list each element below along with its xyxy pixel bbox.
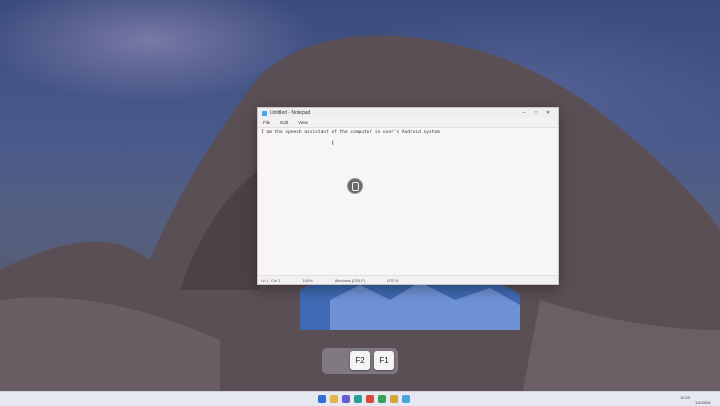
taskbar: 10:23 1/1/2024 <box>0 391 720 406</box>
tray-date[interactable]: 1/1/2024 <box>695 400 711 405</box>
status-bar: Ln 1, Col 1 100% Windows (CRLF) UTF-8 <box>258 275 558 284</box>
chrome-icon[interactable] <box>390 395 398 403</box>
folder-icon[interactable] <box>3 4 19 20</box>
file-explorer-icon[interactable] <box>330 395 338 403</box>
editor-content: I am the speech assistant of the compute… <box>261 130 440 135</box>
minimize-icon[interactable]: – <box>518 110 530 116</box>
status-encoding: UTF-8 <box>387 277 399 283</box>
notepad-icon <box>262 110 267 116</box>
mouse-cursor-icon <box>347 178 363 194</box>
text-editor[interactable]: I am the speech assistant of the compute… <box>261 130 555 274</box>
notepad-window[interactable]: Untitled - Notepad – □ ✕ File Edit View … <box>257 107 559 285</box>
edge-icon[interactable] <box>354 395 362 403</box>
tray-time[interactable]: 10:23 <box>680 395 690 400</box>
window-title: Untitled - Notepad <box>270 110 311 116</box>
key-press-overlay: F2 F1 <box>322 348 398 374</box>
menu-view[interactable]: View <box>296 120 310 125</box>
menubar: File Edit View <box>258 118 558 128</box>
store-icon[interactable] <box>342 395 350 403</box>
key-f2: F2 <box>350 351 370 370</box>
maximize-icon[interactable]: □ <box>530 110 542 116</box>
key-f1: F1 <box>374 351 394 370</box>
notepad-titlebar[interactable]: Untitled - Notepad – □ ✕ <box>258 108 558 118</box>
status-zoom: 100% <box>302 277 313 283</box>
edge-icon[interactable] <box>3 30 19 46</box>
red-app-icon[interactable] <box>366 395 374 403</box>
notepad-icon[interactable] <box>402 395 410 403</box>
menu-edit[interactable]: Edit <box>278 120 290 125</box>
green-app-icon[interactable] <box>378 395 386 403</box>
status-position: Ln 1, Col 1 <box>261 277 281 283</box>
start-icon[interactable] <box>318 395 326 403</box>
close-icon[interactable]: ✕ <box>542 110 554 116</box>
text-cursor-icon: I <box>332 141 334 147</box>
document-icon[interactable] <box>3 56 19 72</box>
status-line-ending: Windows (CRLF) <box>334 277 366 283</box>
menu-file[interactable]: File <box>261 120 272 125</box>
